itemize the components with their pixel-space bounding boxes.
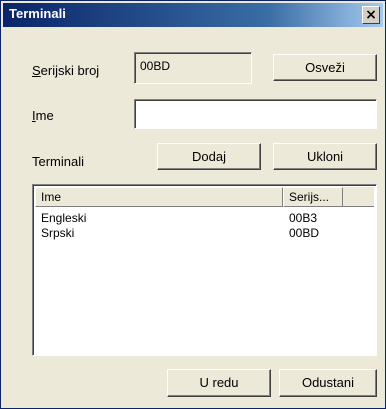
terminali-dialog: Terminali × Serijski broj 00BD Osveži Im… (0, 0, 386, 409)
terminals-list[interactable]: Ime Serijs... Engleski 00B3 Srpski 00BD (32, 184, 377, 356)
title-bar[interactable]: Terminali × (3, 3, 383, 27)
name-label: Ime (32, 108, 54, 123)
serial-label-rest: erijski broj (40, 63, 100, 78)
column-header-serial[interactable]: Serijs... (283, 187, 343, 207)
list-item-name: Srpski (41, 226, 75, 240)
list-item[interactable]: Srpski 00BD (35, 226, 374, 240)
cancel-button[interactable]: Odustani (279, 369, 377, 397)
list-item-serial: 00B3 (289, 211, 318, 225)
terminals-label: Terminali (32, 154, 85, 169)
window-title: Terminali (9, 6, 66, 21)
add-button[interactable]: Dodaj (157, 143, 261, 170)
name-label-rest: me (35, 108, 54, 123)
name-input[interactable] (134, 99, 377, 129)
column-header-name[interactable]: Ime (35, 187, 283, 207)
column-header-filler (343, 187, 374, 207)
serial-number-value: 00BD (134, 52, 252, 84)
serial-number-label: Serijski broj (32, 63, 99, 78)
close-icon: × (365, 7, 377, 23)
ok-button[interactable]: U redu (167, 369, 271, 397)
list-item-serial: 00BD (289, 226, 320, 240)
remove-button[interactable]: Ukloni (273, 143, 377, 170)
close-button[interactable]: × (362, 6, 380, 24)
list-item-name: Engleski (41, 211, 87, 225)
refresh-button[interactable]: Osveži (273, 54, 377, 81)
serial-label-mnemonic: S (32, 63, 41, 78)
list-item[interactable]: Engleski 00B3 (35, 211, 374, 225)
